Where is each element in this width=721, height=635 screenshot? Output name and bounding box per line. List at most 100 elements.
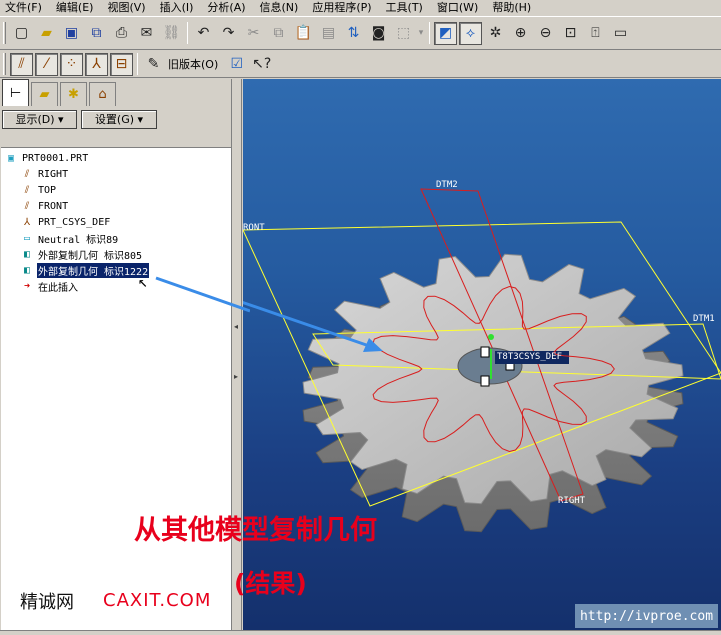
csys-icon: ⅄ [23,216,31,228]
expand-right-icon[interactable]: ▸ [234,372,240,386]
annotation-display-icon[interactable]: ⊟ [110,52,133,76]
tree-item-label: PRT0001.PRT [22,152,89,164]
tree-item-csys[interactable]: ⅄ PRT_CSYS_DEF [20,215,111,229]
checklist-icon[interactable]: ☑ [225,53,248,76]
tree-item-label: 外部复制几何 标识805 [38,250,143,262]
tab-folder-browser[interactable]: ▰ [31,82,58,106]
orient-icon[interactable]: ⍐ [584,22,607,45]
regenerate-icon[interactable]: ⇅ [342,22,365,45]
zoom-in-icon[interactable]: ⊕ [509,22,532,45]
tree-item-label: RIGHT [38,168,69,180]
context-help-icon[interactable]: ↖? [250,53,273,76]
menu-info[interactable]: 信息(N) [255,1,308,15]
copy-icon[interactable]: ⧉ [267,22,290,45]
menu-insert[interactable]: 插入(I) [155,1,203,15]
menu-file[interactable]: 文件(F) [0,1,51,15]
datum-label-front[interactable]: RONT [243,223,265,233]
menu-edit[interactable]: 编辑(E) [51,1,103,15]
datum-label-right[interactable]: RIGHT [558,496,585,506]
saved-views-icon[interactable]: ▭ [609,22,632,45]
neutral-icon: ▭ [23,232,31,244]
tree-item-copy-geom-1222[interactable]: ◧ 外部复制几何 标识1222 [20,262,150,278]
save-icon[interactable]: ▣ [60,22,83,45]
show-button[interactable]: 显示(D) ▾ [2,109,77,129]
caption-title: 从其他模型复制几何 [134,515,377,546]
plane-display-icon[interactable]: ⫽ [10,52,33,76]
tree-item-label: Neutral 标识89 [38,234,119,246]
connections-icon: ⌂ [98,87,107,102]
graphics-window[interactable]: DTM2 RONT DTM1 RIGHT T8T3CSYS_DEF [243,79,721,630]
datum-plane-icon: ⫽ [24,168,30,180]
tree-item-insert-here[interactable]: ➜ 在此插入 [20,279,79,294]
save-copy-icon[interactable]: ⧉ [85,22,108,45]
print-icon[interactable]: ⎙ [110,22,133,45]
model-tree-icon: ⊢ [9,85,22,101]
toolbar-grip[interactable] [3,53,6,75]
point-display-icon[interactable]: ⁘ [60,52,83,76]
new-file-icon[interactable]: ▢ [10,22,33,45]
menu-help[interactable]: 帮助(H) [487,1,540,15]
zoom-out-icon[interactable]: ⊖ [534,22,557,45]
tab-connections[interactable]: ⌂ [89,82,116,106]
open-folder-icon[interactable]: ▰ [35,22,58,45]
datum-display-icon[interactable]: ⟡ [459,21,482,45]
selection-box-icon[interactable]: ⬚ [392,22,415,45]
datum-label-dtm1[interactable]: DTM1 [693,314,715,324]
menu-analysis[interactable]: 分析(A) [202,1,254,15]
link-icon[interactable]: ⛓ [160,22,183,45]
menu-applications[interactable]: 应用程序(P) [307,1,380,15]
copy-geom-icon: ◧ [23,248,31,260]
mouse-cursor-icon: ↖ [138,272,148,291]
part-icon: ▣ [7,152,15,164]
tree-item-top[interactable]: ⫽ TOP [20,183,57,197]
tree-item-front[interactable]: ⫽ FRONT [20,199,69,213]
paste-special-icon[interactable]: ▤ [317,22,340,45]
datum-label-dtm2[interactable]: DTM2 [436,180,458,190]
toolbar-separator [187,22,188,44]
gear-model [243,188,721,533]
view-mode-icon[interactable]: ◩ [434,21,457,45]
navigator-tabs: ⊢ ▰ ✱ ⌂ [0,79,233,106]
panel-splitter[interactable]: ◂ ▸ [231,79,242,635]
gear-body [302,253,684,533]
folder-icon: ▰ [39,87,50,102]
tree-item-root[interactable]: ▣ PRT0001.PRT [4,151,89,165]
legacy-icon[interactable]: ✎ [142,53,165,76]
watermark-site-url: CAXIT.COM [103,590,212,611]
tree-item-copy-geom-805[interactable]: ◧ 外部复制几何 标识805 [20,247,143,262]
menu-bar: 文件(F) 编辑(E) 视图(V) 插入(I) 分析(A) 信息(N) 应用程序… [0,0,721,15]
refit-icon[interactable]: ⊡ [559,22,582,45]
tree-item-label: 在此插入 [38,282,78,294]
status-bar [0,630,721,635]
tab-favorites[interactable]: ✱ [60,82,87,106]
menu-tools[interactable]: 工具(T) [381,1,432,15]
tab-model-tree[interactable]: ⊢ [2,79,29,106]
csys-display-icon[interactable]: ⅄ [85,52,108,76]
caption-subtitle: (结果) [234,569,307,598]
tree-item-neutral[interactable]: ▭ Neutral 标识89 [20,231,119,246]
datum-plane-icon: ⫽ [24,200,30,212]
tree-item-right[interactable]: ⫽ RIGHT [20,167,69,181]
csys-label[interactable]: T8T3CSYS_DEF [497,352,562,362]
settings-button[interactable]: 设置(G) ▾ [81,109,157,129]
datum-plane-icon: ⫽ [24,184,30,196]
email-icon[interactable]: ✉ [135,22,158,45]
redo-icon[interactable]: ↷ [217,22,240,45]
menu-window[interactable]: 窗口(W) [432,1,487,15]
menu-view[interactable]: 视图(V) [102,1,154,15]
spin-center-icon[interactable]: ✲ [484,22,507,45]
undo-icon[interactable]: ↶ [192,22,215,45]
annotation-arrow-tail [155,276,250,313]
favorites-icon: ✱ [68,87,79,102]
paste-icon[interactable]: 📋 [292,22,315,45]
axis-display-icon[interactable]: ⁄ [35,52,58,76]
dropdown-arrow-icon[interactable]: ▾ [417,22,425,45]
toolbar-separator [137,53,138,75]
main-toolbar: ▢ ▰ ▣ ⧉ ⎙ ✉ ⛓ ↶ ↷ ✂ ⧉ 📋 ▤ ⇅ ◙ ⬚ ▾ ◩ ⟡ ✲ … [0,16,721,50]
tree-button-row: 显示(D) ▾ 设置(G) ▾ [0,108,233,130]
cut-icon[interactable]: ✂ [242,22,265,45]
collapse-left-icon[interactable]: ◂ [234,322,240,336]
find-icon[interactable]: ◙ [367,22,390,45]
toolbar-grip[interactable] [3,22,6,44]
legacy-label[interactable]: 旧版本(O) [168,56,218,72]
